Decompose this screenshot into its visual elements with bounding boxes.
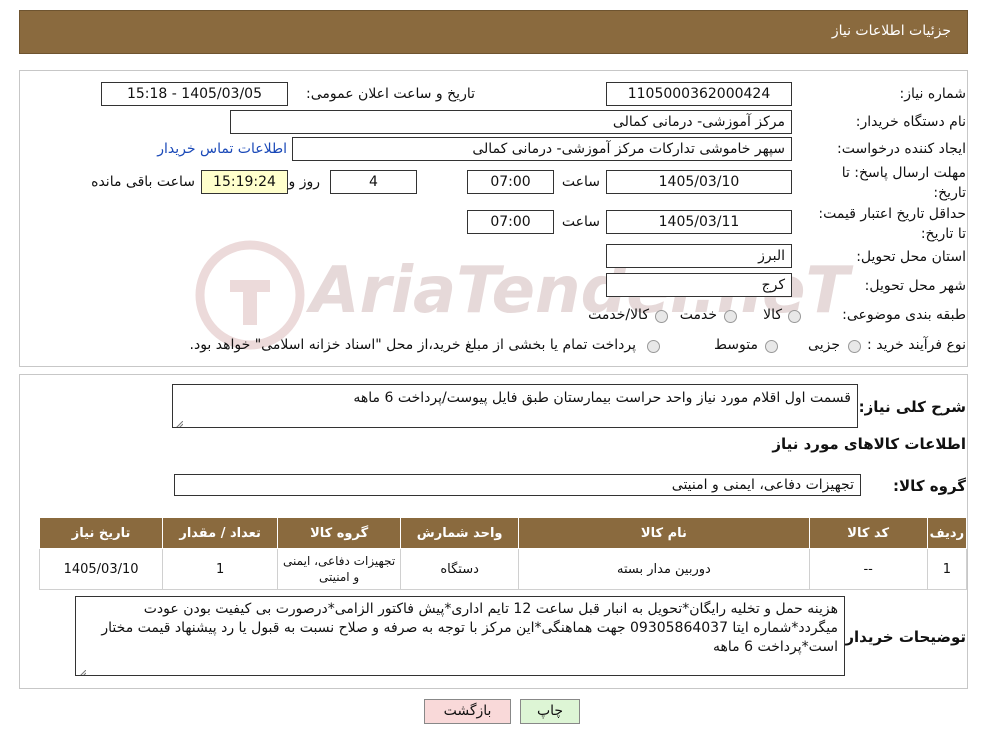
remaining-label: ساعت باقی مانده	[91, 174, 195, 190]
city-label: شهر محل تحویل:	[864, 278, 966, 294]
process-option-minor: جزیی	[808, 337, 840, 353]
summary-field: قسمت اول اقلام مورد نیاز واحد حراست بیما…	[172, 384, 858, 428]
category-radio-goods-service[interactable]	[655, 310, 668, 323]
watermark-logo-icon	[195, 240, 305, 350]
buyer-org-field: مرکز آموزشی- درمانی کمالی	[230, 110, 792, 134]
city-field: کرج	[606, 273, 792, 297]
resize-handle-icon[interactable]	[78, 665, 87, 675]
resize-handle-icon[interactable]	[175, 417, 184, 427]
cell-unit: دستگاه	[400, 548, 520, 590]
cell-qty: 1	[162, 548, 279, 590]
col-qty-header: تعداد / مقدار	[162, 517, 279, 549]
print-button[interactable]: چاپ	[520, 699, 580, 724]
items-table-wrapper: ردیف کد کالا نام کالا واحد شمارش گروه کا…	[38, 517, 969, 590]
remaining-time-field: 15:19:24	[201, 170, 288, 194]
category-label: طبقه بندی موضوعی:	[842, 307, 966, 323]
col-row-header: ردیف	[926, 517, 968, 549]
process-radio-treasury[interactable]	[647, 340, 660, 353]
category-option-goods-service: کالا/خدمت	[588, 307, 649, 323]
need-number-label: شماره نیاز:	[899, 86, 967, 102]
validity-date-field: 1405/03/11	[606, 210, 792, 234]
table-row: 1 -- دوربین مدار بسته دستگاه تجهیزات دفا…	[38, 548, 968, 590]
validity-time-field: 07:00	[467, 210, 554, 234]
need-number-field: 1105000362000424	[606, 82, 792, 106]
buyer-notes-field: هزینه حمل و تخلیه رایگان*تحویل به انبار …	[75, 596, 845, 676]
days-field: 4	[330, 170, 417, 194]
process-note: پرداخت تمام یا بخشی از مبلغ خرید،از محل …	[189, 337, 636, 353]
deadline-label: مهلت ارسال پاسخ: تا تاریخ:	[841, 165, 966, 201]
buyer-contact-link[interactable]: اطلاعات تماس خریدار	[157, 141, 287, 157]
summary-text: قسمت اول اقلام مورد نیاز واحد حراست بیما…	[353, 390, 851, 406]
process-option-medium: متوسط	[714, 337, 758, 353]
goods-group-label: گروه کالا:	[893, 477, 966, 495]
announce-field: 1405/03/05 - 15:18	[101, 82, 288, 106]
col-name-header: نام کالا	[518, 517, 810, 549]
days-label: روز و	[288, 174, 321, 190]
table-header-row: ردیف کد کالا نام کالا واحد شمارش گروه کا…	[38, 517, 968, 549]
goods-info-title: اطلاعات کالاهای مورد نیاز	[772, 435, 966, 453]
requester-label: ایجاد کننده درخواست:	[837, 141, 966, 157]
cell-code: --	[808, 548, 928, 590]
process-label: نوع فرآیند خرید :	[867, 337, 966, 353]
cell-group: تجهیزات دفاعی، ایمنی و امنیتی	[277, 548, 402, 590]
buyer-org-label: نام دستگاه خریدار:	[855, 114, 966, 130]
category-radio-service[interactable]	[724, 310, 737, 323]
cell-row: 1	[926, 548, 968, 590]
buyer-notes-label: توضیحات خریدار:	[839, 628, 966, 646]
validity-time-label: ساعت	[561, 214, 600, 230]
announce-label: تاریخ و ساعت اعلان عمومی:	[306, 86, 475, 102]
province-label: استان محل تحویل:	[856, 249, 966, 265]
page-header: جزئیات اطلاعات نیاز	[19, 10, 968, 54]
goods-group-field: تجهیزات دفاعی، ایمنی و امنیتی	[174, 474, 861, 496]
process-radio-minor[interactable]	[848, 340, 861, 353]
items-table: ردیف کد کالا نام کالا واحد شمارش گروه کا…	[38, 517, 968, 590]
category-option-goods: کالا	[763, 307, 782, 323]
col-code-header: کد کالا	[808, 517, 928, 549]
category-option-service: خدمت	[679, 307, 717, 323]
deadline-date-field: 1405/03/10	[606, 170, 792, 194]
cell-name: دوربین مدار بسته	[518, 548, 810, 590]
back-button[interactable]: بازگشت	[424, 699, 511, 724]
page-title: جزئیات اطلاعات نیاز	[831, 23, 951, 39]
col-date-header: تاریخ نیاز	[38, 517, 164, 549]
province-field: البرز	[606, 244, 792, 268]
buyer-notes-text: هزینه حمل و تخلیه رایگان*تحویل به انبار …	[101, 601, 838, 655]
col-group-header: گروه کالا	[277, 517, 402, 549]
validity-label: حداقل تاریخ اعتبار قیمت: تا تاریخ:	[818, 206, 966, 242]
process-radio-medium[interactable]	[765, 340, 778, 353]
col-unit-header: واحد شمارش	[400, 517, 520, 549]
cell-date: 1405/03/10	[38, 548, 164, 590]
deadline-time-label: ساعت	[561, 174, 600, 190]
deadline-time-field: 07:00	[467, 170, 554, 194]
category-radio-goods[interactable]	[788, 310, 801, 323]
requester-field: سپهر خاموشی تدارکات مرکز آموزشی- درمانی …	[292, 137, 792, 161]
summary-label: شرح کلی نیاز:	[858, 398, 966, 416]
